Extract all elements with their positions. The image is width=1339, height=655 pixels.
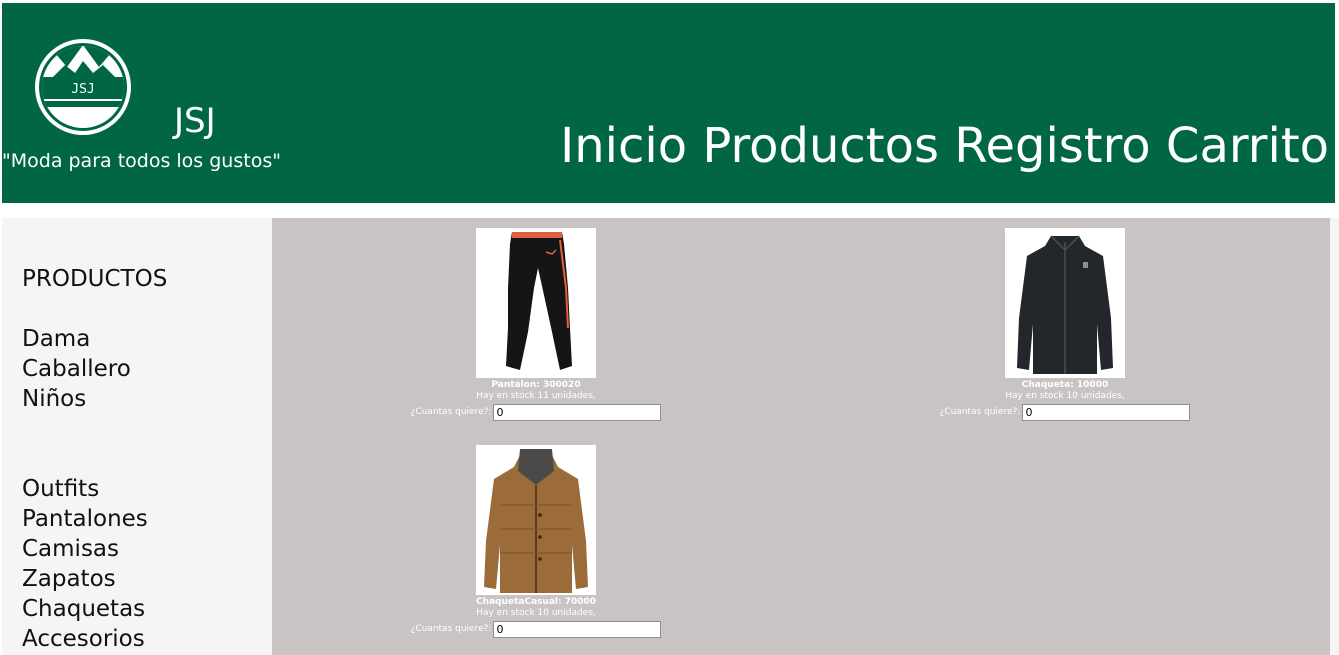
quantity-input[interactable] [493,403,662,421]
black-jacket-image[interactable] [1005,228,1125,378]
page-margin [1330,218,1339,655]
sidebar-heading: PRODUCTOS [22,266,168,292]
product-stock: Hay en stock 11 unidades, [476,391,596,401]
product-title: Chaqueta: 10000 [1021,380,1109,390]
sidebar-item-caballero[interactable]: Caballero [22,354,131,384]
pants-image[interactable] [476,228,596,378]
quantity-input[interactable] [1022,403,1191,421]
product-title: Pantalon: 300020 [491,380,581,390]
quantity-label: ¿Cuantas quiere?: [410,407,492,417]
sidebar-item-zapatos[interactable]: Zapatos [22,564,116,594]
sidebar-item-pantalones[interactable]: Pantalones [22,504,148,534]
product-grid: Pantalon: 300020 Hay en stock 11 unidade… [272,218,1330,655]
nav-link-carrito[interactable]: Carrito [1166,118,1329,174]
logo-text: JSJ [71,82,94,97]
sidebar-item-dama[interactable]: Dama [22,324,90,354]
sidebar-item-ninos[interactable]: Niños [22,384,86,414]
nav-link-registro[interactable]: Registro [954,118,1150,174]
sidebar-item-chaquetas[interactable]: Chaquetas [22,594,145,624]
nav-link-productos[interactable]: Productos [702,118,939,174]
sidebar-item-accesorios[interactable]: Accesorios [22,624,145,654]
sidebar-item-camisas[interactable]: Camisas [22,534,119,564]
quantity-label: ¿Cuantas quiere?: [939,407,1021,417]
sidebar: PRODUCTOS Dama Caballero Niños Outfits P… [2,218,272,655]
product-stock: Hay en stock 10 unidades, [476,608,596,618]
sidebar-item-outfits[interactable]: Outfits [22,474,99,504]
quantity-label: ¿Cuantas quiere?: [410,624,492,634]
nav-link-inicio[interactable]: Inicio [560,118,687,174]
brand-name: JSJ [174,101,216,141]
product-title: ChaquetaCasual: 70000 [475,597,597,607]
product-card: Chaqueta: 10000 Hay en stock 10 unidades… [915,228,1215,423]
product-card: ChaquetaCasual: 70000 Hay en stock 10 un… [386,445,686,640]
quantity-input[interactable] [493,620,662,638]
product-stock: Hay en stock 10 unidades, [1005,391,1125,401]
brand-logo[interactable]: JSJ [33,37,133,137]
site-header: JSJ JSJ "Moda para todos los gustos" Ini… [2,3,1335,203]
main-nav: Inicio Productos Registro Carrito [560,116,1329,176]
product-card: Pantalon: 300020 Hay en stock 11 unidade… [386,228,686,423]
brown-jacket-image[interactable] [476,445,596,595]
brand-slogan: "Moda para todos los gustos" [2,150,281,172]
